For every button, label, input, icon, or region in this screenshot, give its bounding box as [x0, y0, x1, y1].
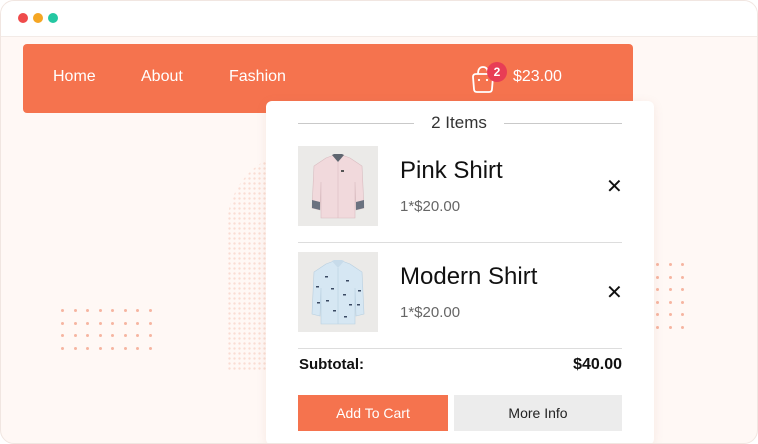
- decorative-dot: [656, 313, 659, 316]
- decorative-dot: [668, 313, 672, 316]
- cart-count-badge: 2: [487, 62, 507, 82]
- subtotal-label: Subtotal:: [299, 356, 364, 373]
- decorative-dot: [681, 288, 684, 291]
- decorative-dot: [98, 334, 102, 337]
- decorative-dot: [111, 309, 114, 312]
- cart-items-header: 2 Items: [298, 113, 622, 135]
- subtotal-row: Subtotal: $40.00: [298, 355, 622, 377]
- decorative-dot: [681, 300, 684, 304]
- decorative-dot: [668, 300, 672, 304]
- decorative-dot: [86, 309, 89, 312]
- close-icon[interactable]: ✕: [606, 282, 623, 302]
- decorative-dot: [148, 334, 152, 337]
- decorative-dot: [681, 325, 684, 329]
- decorative-dot: [111, 346, 114, 350]
- item-name[interactable]: Modern Shirt: [400, 263, 537, 291]
- divider-line: [504, 123, 622, 124]
- decorative-dot: [123, 346, 127, 350]
- divider-line: [298, 123, 414, 124]
- decorative-dot: [148, 346, 152, 350]
- cart-button[interactable]: 2: [469, 62, 507, 96]
- decorative-dot: [123, 334, 127, 337]
- decorative-dot: [61, 321, 64, 325]
- decorative-dot: [98, 346, 102, 350]
- decorative-dot: [656, 275, 659, 279]
- decorative-dot: [656, 300, 659, 304]
- close-icon[interactable]: ✕: [606, 176, 623, 196]
- decorative-dot: [111, 334, 114, 337]
- decorative-dot: [656, 325, 659, 329]
- decorative-dot: [61, 346, 64, 350]
- items-count-label: 2 Items: [431, 113, 487, 132]
- window-close-dot[interactable]: [18, 13, 28, 23]
- nav-link-fashion[interactable]: Fashion: [229, 68, 286, 86]
- window-minimize-dot[interactable]: [33, 13, 43, 23]
- decorative-dot: [656, 263, 659, 266]
- cart-total[interactable]: $23.00: [513, 68, 562, 86]
- decorative-dot: [136, 334, 139, 337]
- item-price: 1*$20.00: [400, 304, 461, 321]
- decorative-dot: [148, 321, 152, 325]
- decorative-dot: [86, 346, 89, 350]
- decorative-dot: [136, 309, 139, 312]
- decorative-dot: [73, 334, 77, 337]
- decorative-dot: [681, 275, 684, 279]
- decorative-dot: [73, 321, 77, 325]
- decorative-dot: [681, 263, 684, 266]
- item-price: 1*$20.00: [400, 198, 461, 215]
- window-titlebar: [1, 1, 757, 37]
- more-info-button[interactable]: More Info: [454, 395, 622, 431]
- add-to-cart-button[interactable]: Add To Cart: [298, 395, 448, 431]
- decorative-dot: [73, 346, 77, 350]
- decorative-dot: [86, 334, 89, 337]
- cart-dropdown: 2 Items Pink Shirt 1*$20.00 ✕ Modern Shi…: [266, 101, 654, 443]
- decorative-dot: [86, 321, 89, 325]
- pink-shirt-image[interactable]: [298, 146, 378, 226]
- patterned-shirt-image[interactable]: [298, 252, 378, 332]
- decorative-dot: [668, 288, 672, 291]
- decorative-dot: [668, 325, 672, 329]
- item-name[interactable]: Pink Shirt: [400, 157, 503, 185]
- cart-item: Pink Shirt 1*$20.00 ✕: [298, 143, 623, 243]
- nav-link-home[interactable]: Home: [53, 68, 96, 86]
- subtotal-value: $40.00: [573, 356, 622, 373]
- decorative-dot: [681, 313, 684, 316]
- decorative-dot: [111, 321, 114, 325]
- decorative-dot: [98, 321, 102, 325]
- decorative-dot: [148, 309, 152, 312]
- decorative-dot: [668, 275, 672, 279]
- decorative-dot: [98, 309, 102, 312]
- decorative-dot: [136, 346, 139, 350]
- browser-window: Home About Fashion 2 $23.00 2 Items Pink…: [0, 0, 758, 444]
- decorative-dot: [73, 309, 77, 312]
- decorative-dot: [136, 321, 139, 325]
- cart-item: Modern Shirt 1*$20.00 ✕: [298, 249, 623, 349]
- decorative-dot: [61, 309, 64, 312]
- decorative-dot: [123, 321, 127, 325]
- window-maximize-dot[interactable]: [48, 13, 58, 23]
- decorative-dot: [668, 263, 672, 266]
- decorative-dot: [61, 334, 64, 337]
- decorative-dot: [656, 288, 659, 291]
- nav-link-about[interactable]: About: [141, 68, 183, 86]
- decorative-dot: [123, 309, 127, 312]
